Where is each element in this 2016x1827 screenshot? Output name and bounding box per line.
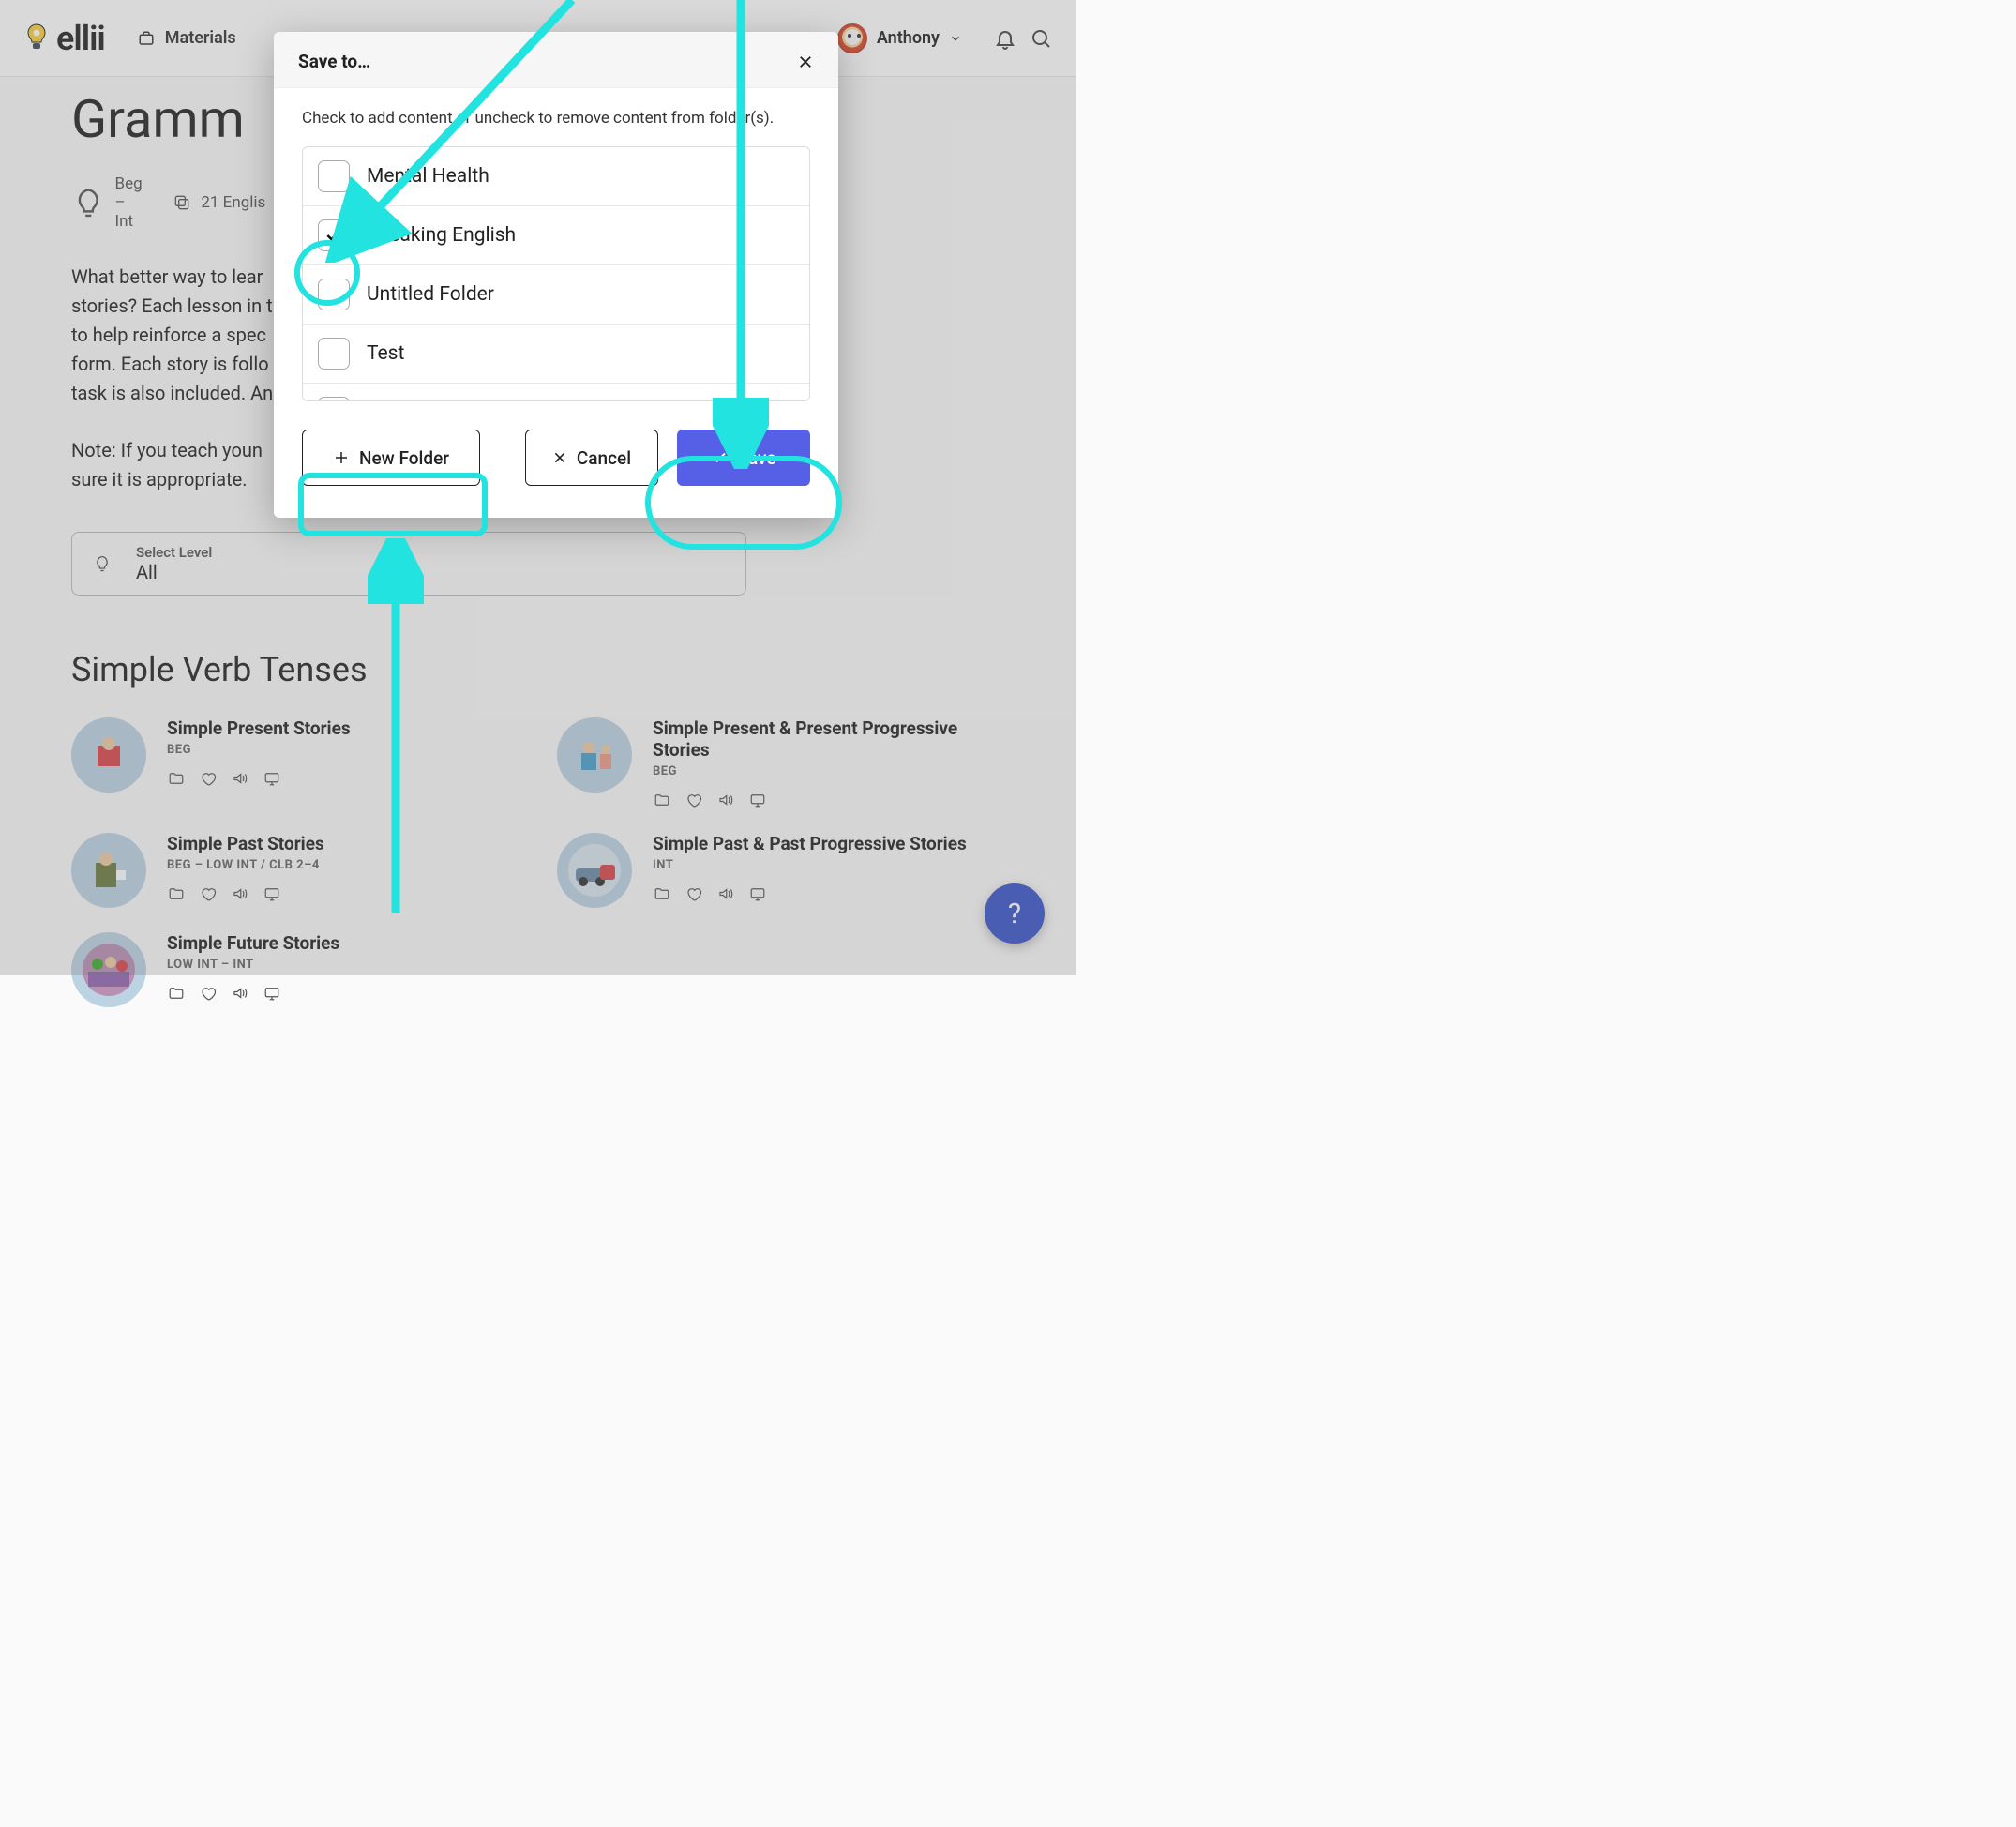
- folder-label: Speaking English: [367, 224, 516, 247]
- folder-row[interactable]: Speaking English: [303, 206, 809, 265]
- close-icon[interactable]: [797, 53, 814, 70]
- check-icon: [711, 449, 728, 466]
- folder-checkbox[interactable]: [318, 160, 350, 192]
- new-folder-label: New Folder: [359, 447, 449, 469]
- folder-row[interactable]: Test: [303, 325, 809, 384]
- cancel-label: Cancel: [577, 447, 631, 469]
- folder-checkbox[interactable]: [318, 338, 350, 370]
- new-folder-button[interactable]: New Folder: [302, 430, 480, 486]
- folder-row[interactable]: Untitled Folder: [303, 265, 809, 325]
- folder-label: Untitled Folder: [367, 283, 494, 306]
- save-button[interactable]: Save: [677, 430, 810, 486]
- close-icon: [552, 450, 567, 465]
- folder-checkbox[interactable]: [318, 279, 350, 310]
- modal-footer: New Folder Cancel Save: [274, 401, 838, 518]
- save-to-modal: Save to… Check to add content or uncheck…: [274, 32, 838, 518]
- modal-header: Save to…: [274, 32, 838, 88]
- modal-subtitle: Check to add content or uncheck to remov…: [274, 88, 838, 137]
- folder-icon[interactable]: [167, 985, 186, 1002]
- plus-icon: [333, 449, 350, 466]
- save-label: Save: [737, 447, 775, 469]
- screen-icon[interactable]: [263, 985, 281, 1002]
- folder-row[interactable]: Valentine's Day: [303, 384, 809, 401]
- audio-icon[interactable]: [231, 985, 249, 1002]
- folder-checkbox[interactable]: [318, 219, 350, 251]
- folder-label: Test: [367, 342, 404, 365]
- modal-title: Save to…: [298, 51, 370, 72]
- folder-label: Mental Health: [367, 165, 489, 188]
- heart-icon[interactable]: [199, 985, 218, 1002]
- folder-row[interactable]: Mental Health: [303, 147, 809, 206]
- folder-list: Mental Health Speaking English Untitled …: [302, 146, 810, 401]
- cancel-button[interactable]: Cancel: [525, 430, 658, 486]
- lesson-actions: [167, 985, 339, 1002]
